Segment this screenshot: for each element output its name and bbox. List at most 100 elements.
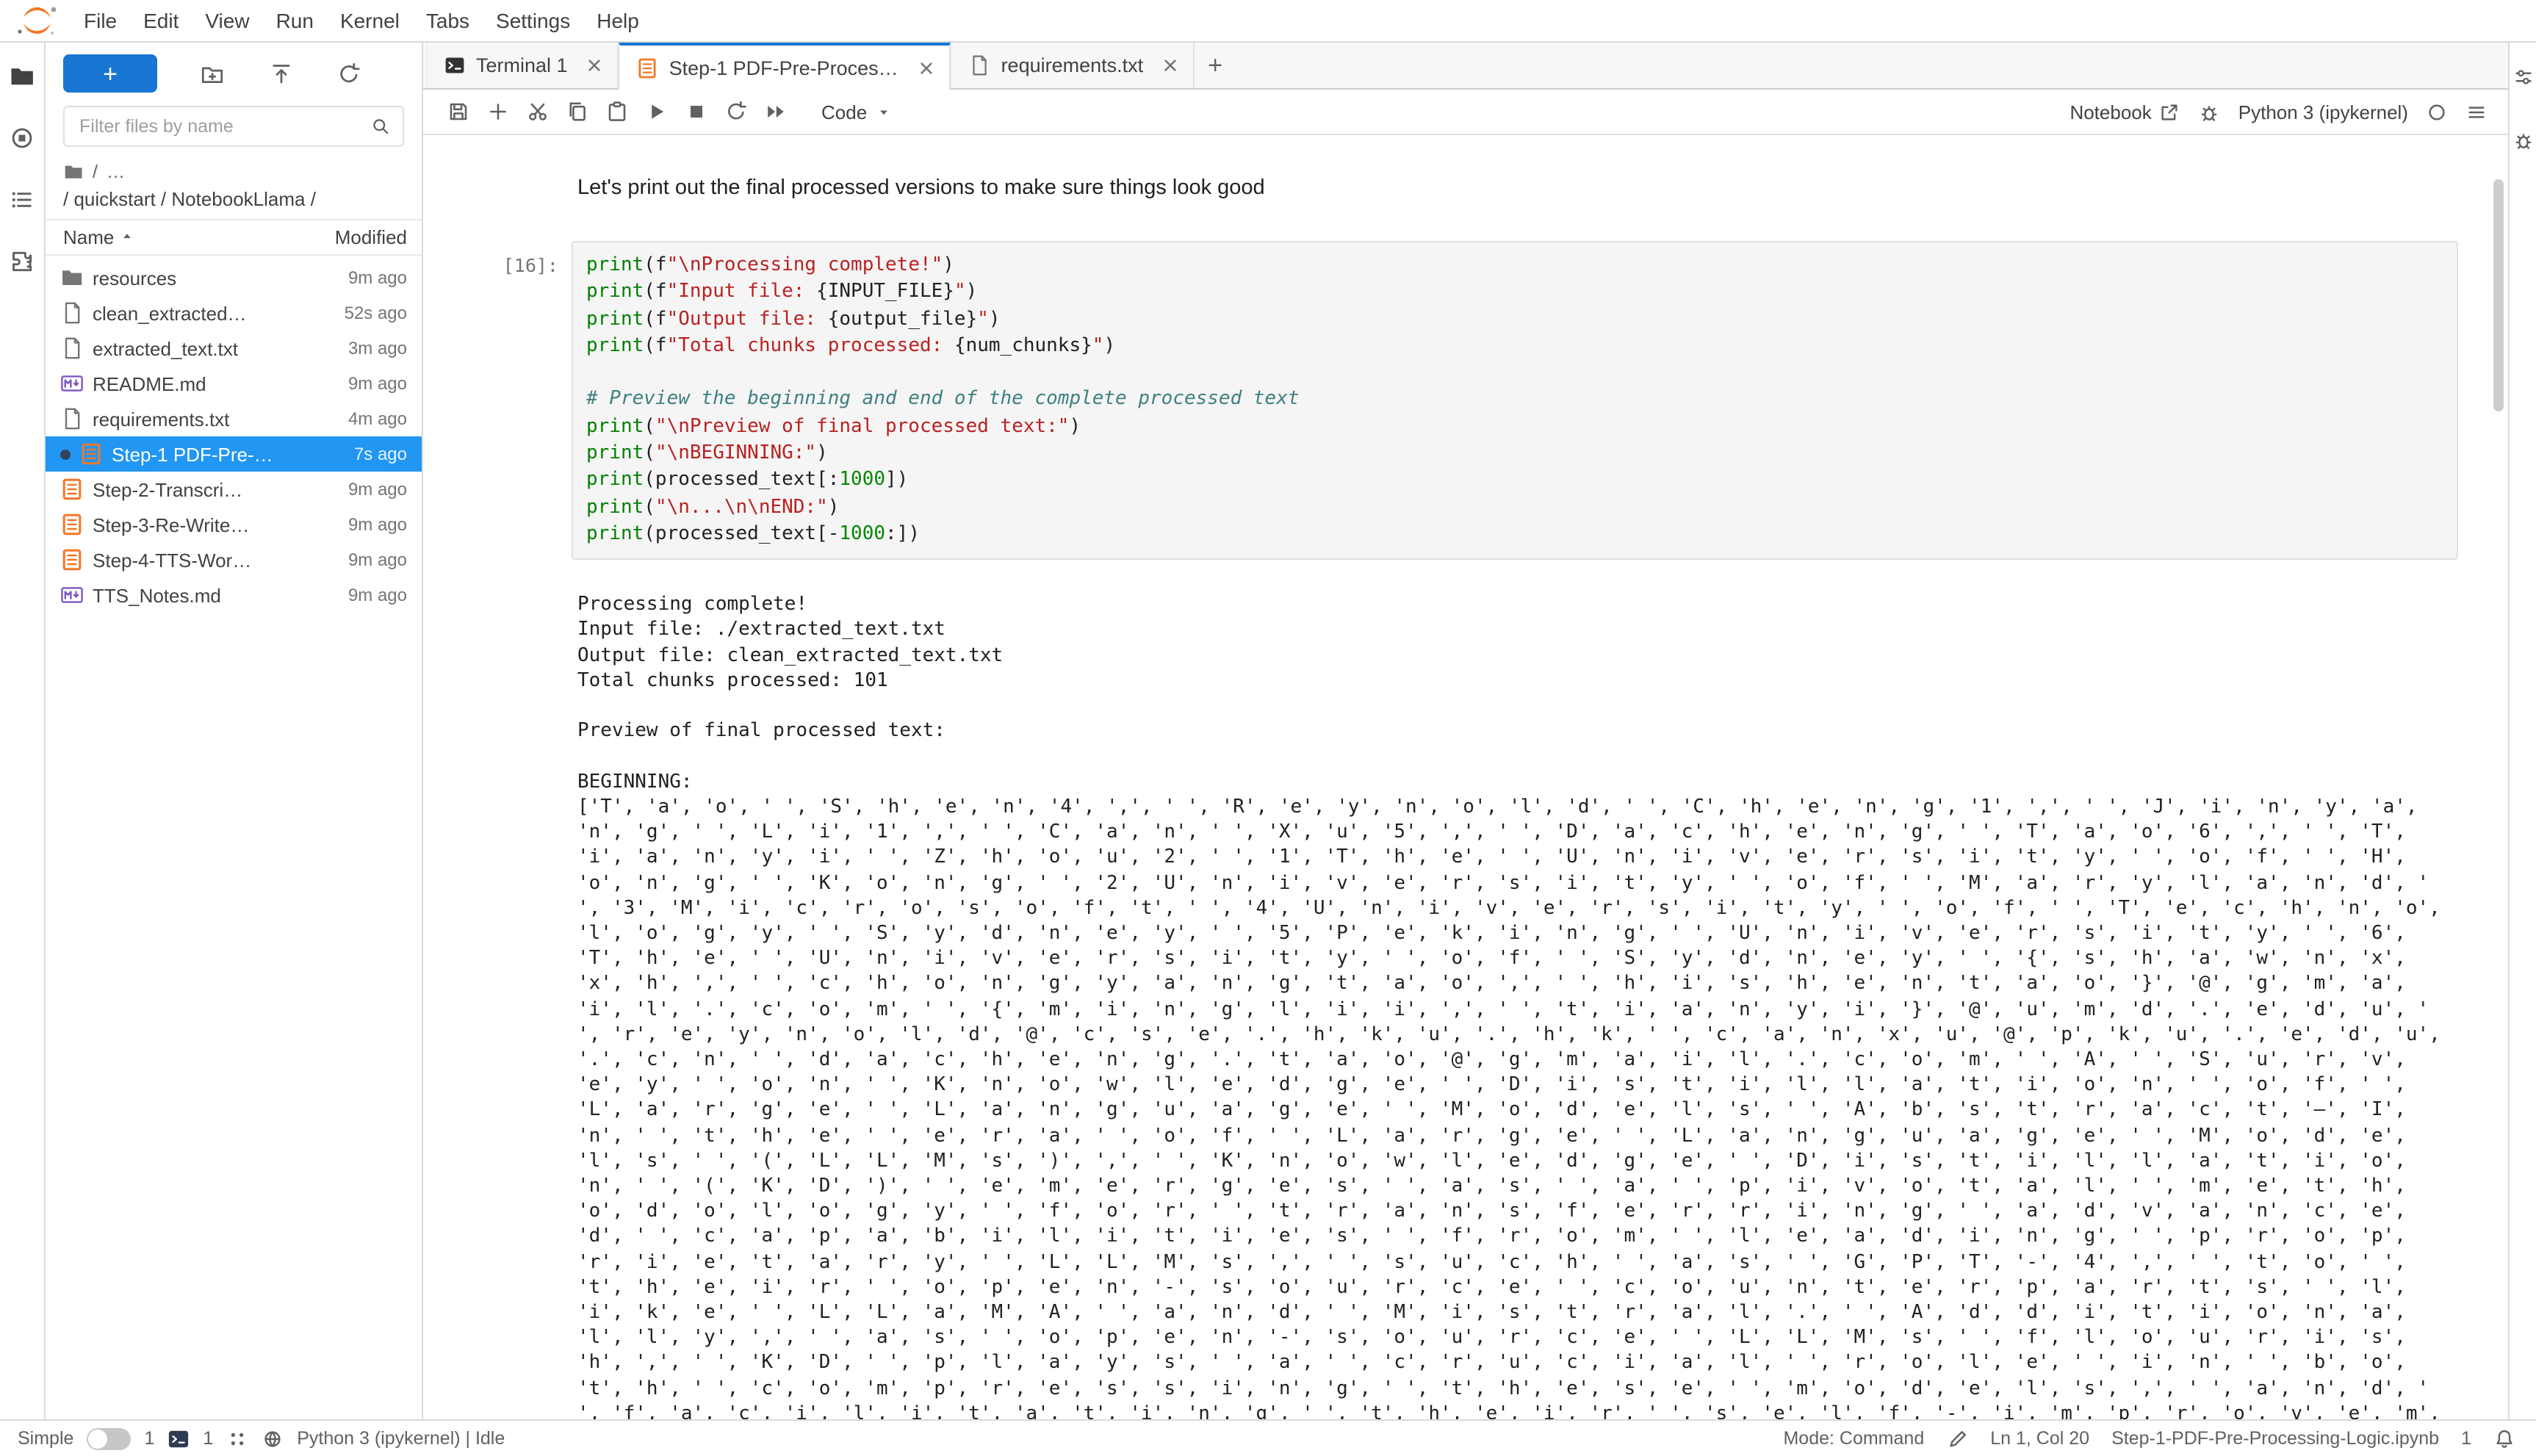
file-name: Step-1 PDF-Pre-… (112, 443, 273, 465)
scrollbar-thumb[interactable] (2493, 179, 2504, 411)
new-launcher-button[interactable]: + (63, 54, 157, 93)
file-row[interactable]: resources 9m ago (46, 260, 422, 295)
paste-cell-button[interactable] (599, 94, 635, 129)
close-icon[interactable] (584, 54, 606, 76)
running-sessions-icon[interactable] (9, 125, 35, 151)
menu-tabs[interactable]: Tabs (413, 0, 483, 41)
simple-mode-toggle[interactable] (87, 1427, 132, 1449)
kernel-count[interactable]: 1 (203, 1428, 213, 1449)
output-char-list: ['T', 'a', 'o', ' ', 'S', 'h', 'e', 'n',… (577, 796, 2440, 1419)
status-bar: Simple 1 1 Python 3 (ipykernel) | Idle M… (0, 1419, 2536, 1456)
cell-output: Processing complete! Input file: ./extra… (423, 593, 2508, 1419)
menu-run[interactable]: Run (263, 0, 327, 41)
toolbar-menu-icon[interactable] (2465, 101, 2488, 123)
open-in-notebook-button[interactable]: Notebook (2069, 101, 2180, 123)
code-cell[interactable]: [16]: print(f"\nProcessing complete!") pr… (423, 241, 2508, 561)
file-row[interactable]: extracted_text.txt 3m ago (46, 331, 422, 366)
kernel-status-icon[interactable] (2426, 101, 2448, 123)
stop-icon (685, 100, 708, 123)
debugger-icon[interactable] (2512, 129, 2534, 151)
menu-view[interactable]: View (192, 0, 262, 41)
code-editor[interactable]: print(f"\nProcessing complete!") print(f"… (572, 241, 2458, 561)
file-row[interactable]: TTS_Notes.md 9m ago (46, 577, 422, 613)
menu-help[interactable]: Help (583, 0, 652, 41)
code-line: print(f"Output file: {output_file}") (586, 308, 1001, 331)
close-icon[interactable] (1159, 54, 1181, 76)
breadcrumb-root[interactable]: / (93, 162, 98, 182)
command-mode-indicator: Mode: Command (1783, 1428, 1925, 1449)
file-filter-input[interactable] (76, 115, 370, 138)
tab-terminal-1[interactable]: Terminal 1 (426, 43, 619, 88)
file-row[interactable]: clean_extracted… 52s ago (46, 295, 422, 331)
run-cell-button[interactable] (639, 94, 674, 129)
menu-edit[interactable]: Edit (130, 0, 192, 41)
insert-cell-button[interactable] (480, 94, 516, 129)
name-column-header[interactable]: Name (63, 226, 292, 248)
refresh-icon[interactable] (336, 61, 361, 86)
active-file-name[interactable]: Step-1-PDF-Pre-Processing-Logic.ipynb (2111, 1428, 2439, 1449)
menu-settings[interactable]: Settings (483, 0, 583, 41)
file-row[interactable]: Step-2-Transcri… 9m ago (46, 472, 422, 507)
folder-icon[interactable] (9, 63, 35, 90)
file-icon (60, 336, 84, 360)
cursor-position[interactable]: Ln 1, Col 20 (1990, 1428, 2089, 1449)
restart-kernel-button[interactable] (718, 94, 754, 129)
breadcrumb: / … / quickstart / NotebookLlama / (46, 160, 422, 219)
file-row[interactable]: Step-4-TTS-Wor… 9m ago (46, 542, 422, 577)
upload-icon[interactable] (268, 61, 293, 86)
language-server-icon[interactable] (262, 1427, 284, 1449)
file-modified: 9m ago (347, 373, 407, 394)
run-icon (645, 100, 669, 123)
extensions-icon[interactable] (9, 248, 35, 275)
modified-column-header[interactable]: Modified (292, 226, 407, 248)
output-prompt (423, 593, 572, 1419)
notebook-icon (637, 57, 659, 79)
file-row[interactable]: Step-1 PDF-Pre-… 7s ago (46, 436, 422, 472)
file-row[interactable]: README.md 9m ago (46, 366, 422, 401)
kernel-status-text[interactable]: Python 3 (ipykernel) | Idle (297, 1428, 505, 1449)
table-of-contents-icon[interactable] (9, 187, 35, 213)
cell-type-dropdown[interactable]: Code (815, 98, 898, 126)
pencil-icon (1946, 1427, 1968, 1449)
notification-count[interactable]: 1 (2461, 1428, 2471, 1449)
tab-label: requirements.txt (1001, 54, 1144, 76)
dock-tab-bar: Terminal 1 Step-1 PDF-Pre-Processing requi… (423, 43, 2508, 90)
code-line: print("\nBEGINNING:") (586, 442, 828, 465)
save-button[interactable] (441, 94, 476, 129)
dirty-dot-indicator (60, 449, 71, 459)
property-inspector-icon[interactable] (2512, 66, 2534, 88)
file-row[interactable]: requirements.txt 4m ago (46, 401, 422, 436)
breadcrumb-path[interactable]: / quickstart / NotebookLlama / (63, 184, 404, 219)
markdown-cell-text[interactable]: Let's print out the final processed vers… (572, 173, 2458, 200)
copy-cell-button[interactable] (560, 94, 595, 129)
file-row[interactable]: Step-3-Re-Write… 9m ago (46, 507, 422, 542)
file-filter-box[interactable] (63, 106, 404, 147)
new-folder-icon[interactable] (201, 61, 226, 86)
file-icon (60, 407, 84, 430)
breadcrumb-home-icon[interactable] (63, 162, 84, 182)
cut-cell-button[interactable] (520, 94, 555, 129)
new-launcher-label: + (103, 60, 118, 87)
cell-type-value: Code (821, 101, 868, 123)
sort-ascending-icon (118, 229, 134, 245)
menu-kernel[interactable]: Kernel (327, 0, 413, 41)
kernel-name-button[interactable]: Python 3 (ipykernel) (2238, 101, 2408, 123)
close-icon[interactable] (916, 57, 938, 79)
debugger-bug-icon[interactable] (2199, 101, 2221, 123)
tab-step-1-pdf-pre-processing[interactable]: Step-1 PDF-Pre-Processing (619, 43, 951, 90)
tab-requirements-txt[interactable]: requirements.txt (951, 43, 1195, 88)
code-line: print(processed_text[:1000]) (586, 469, 909, 491)
chevron-down-icon (876, 104, 892, 120)
restart-run-all-button[interactable] (758, 94, 793, 129)
breadcrumb-ellipsis[interactable]: … (107, 162, 125, 182)
menu-file[interactable]: File (71, 0, 130, 41)
bell-icon[interactable] (2493, 1427, 2515, 1449)
kernels-icon[interactable] (226, 1427, 248, 1449)
markdown-cell[interactable]: Let's print out the final processed vers… (423, 173, 2508, 200)
new-tab-button[interactable]: + (1195, 43, 1236, 88)
terminal-count[interactable]: 1 (144, 1428, 154, 1449)
interrupt-kernel-button[interactable] (679, 94, 714, 129)
terminal-badge-icon[interactable] (167, 1427, 190, 1449)
file-name: Step-3-Re-Write… (93, 513, 250, 536)
